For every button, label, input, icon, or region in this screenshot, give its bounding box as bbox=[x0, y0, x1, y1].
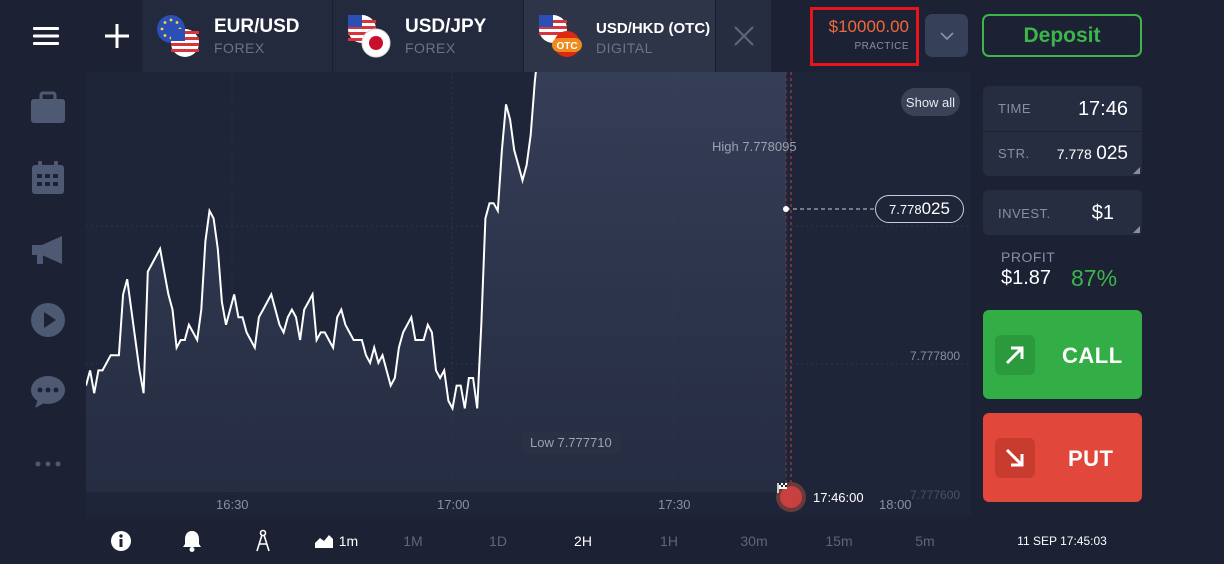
left-sidebar bbox=[0, 72, 86, 564]
high-label: High 7.778095 bbox=[712, 139, 797, 154]
invest-label: INVEST. bbox=[998, 206, 1051, 221]
period-1M[interactable]: 1M bbox=[393, 517, 433, 564]
corner-indicator bbox=[1133, 226, 1140, 233]
video-tutorials-button[interactable] bbox=[28, 300, 68, 340]
otc-badge: OTC bbox=[556, 41, 577, 52]
close-icon bbox=[733, 26, 754, 46]
tab-eur-usd[interactable]: EUR/USD FOREX bbox=[142, 0, 333, 72]
chart-type-button[interactable]: 1m bbox=[310, 517, 362, 564]
balance-display[interactable]: $10000.00 PRACTICE bbox=[810, 7, 919, 66]
y-tick: 7.777800 bbox=[910, 349, 961, 363]
briefcase-icon bbox=[31, 91, 65, 123]
tab-title: EUR/USD bbox=[214, 16, 300, 37]
strike-label: STR. bbox=[998, 146, 1030, 161]
put-button[interactable]: PUT bbox=[983, 413, 1142, 502]
top-bar: EUR/USD FOREX USD/JPY FOREX OTC USD/HKD … bbox=[0, 0, 1224, 72]
period-5m[interactable]: 5m bbox=[905, 517, 945, 564]
area-chart-icon bbox=[314, 534, 333, 548]
timeframe-label: 1m bbox=[338, 532, 359, 549]
tab-subtitle: FOREX bbox=[405, 40, 456, 56]
arrow-up-right-icon bbox=[995, 335, 1035, 375]
time-value: 17:46 bbox=[1077, 98, 1128, 120]
current-price-main: 7.778 bbox=[889, 201, 922, 217]
profit-value: $1.87 bbox=[1001, 267, 1052, 289]
hamburger-icon bbox=[33, 27, 59, 45]
period-1D[interactable]: 1D bbox=[478, 517, 518, 564]
plus-icon bbox=[105, 24, 129, 48]
account-dropdown-button[interactable] bbox=[925, 14, 968, 57]
tab-usd-jpy[interactable]: USD/JPY FOREX bbox=[333, 0, 524, 72]
tab-title: USD/JPY bbox=[405, 16, 487, 37]
low-label: Low 7.777710 bbox=[522, 432, 620, 454]
eur-usd-flags-icon bbox=[156, 14, 200, 58]
account-mode: PRACTICE bbox=[854, 41, 909, 52]
period-1H[interactable]: 1H bbox=[649, 517, 689, 564]
current-price-badge: 7.778 025 bbox=[875, 195, 964, 223]
calendar-button[interactable] bbox=[28, 158, 68, 198]
profit-label: PROFIT bbox=[1001, 249, 1056, 265]
menu-button[interactable] bbox=[0, 0, 92, 72]
price-area bbox=[86, 72, 786, 492]
drawing-tools-button[interactable] bbox=[247, 517, 279, 564]
call-label: CALL bbox=[1062, 343, 1123, 368]
call-button[interactable]: CALL bbox=[983, 310, 1142, 399]
more-button[interactable] bbox=[28, 444, 68, 484]
corner-indicator bbox=[1133, 167, 1140, 174]
trading-app: EUR/USD FOREX USD/JPY FOREX OTC USD/HKD … bbox=[0, 0, 1224, 564]
expiry-time: 17:46:00 bbox=[813, 490, 864, 505]
strike-tail: 025 bbox=[1096, 143, 1128, 164]
close-tab-button[interactable] bbox=[716, 0, 771, 72]
balance-amount: $10000.00 bbox=[828, 17, 909, 36]
period-15m[interactable]: 15m bbox=[819, 517, 859, 564]
x-tick: 16:30 bbox=[216, 497, 249, 512]
period-30m[interactable]: 30m bbox=[734, 517, 774, 564]
current-price-tail: 025 bbox=[921, 199, 950, 218]
current-datetime: 11 SEP 17:45:03 bbox=[1017, 533, 1107, 548]
bell-icon bbox=[183, 530, 201, 552]
tab-subtitle: DIGITAL bbox=[596, 40, 653, 56]
put-label: PUT bbox=[1068, 446, 1114, 471]
usd-hkd-flags-icon: OTC bbox=[538, 14, 582, 58]
x-tick: 18:00 bbox=[879, 497, 912, 512]
time-strike-box[interactable]: TIME 17:46 STR. 7.778 025 bbox=[983, 86, 1142, 176]
current-point bbox=[783, 206, 789, 212]
more-dots-icon bbox=[35, 461, 61, 467]
portfolio-button[interactable] bbox=[28, 88, 68, 128]
x-tick: 17:30 bbox=[658, 497, 691, 512]
time-label: TIME bbox=[998, 101, 1032, 116]
calendar-icon bbox=[32, 161, 64, 194]
bottom-toolbar: 1m 1M 1D 2H 1H 30m 15m 5m 11 SEP 17:45:0… bbox=[0, 517, 1224, 564]
info-icon bbox=[111, 530, 131, 551]
period-2H[interactable]: 2H bbox=[563, 517, 603, 564]
strike-main: 7.778 bbox=[1056, 146, 1092, 162]
finish-flag-icon bbox=[777, 483, 802, 508]
x-tick: 17:00 bbox=[437, 497, 470, 512]
compass-icon bbox=[256, 529, 270, 551]
info-button[interactable] bbox=[105, 517, 137, 564]
add-asset-button[interactable] bbox=[92, 0, 142, 72]
chat-button[interactable] bbox=[28, 372, 68, 412]
arrow-down-right-icon bbox=[995, 438, 1035, 478]
tab-usd-hkd-otc[interactable]: OTC USD/HKD (OTC) DIGITAL bbox=[524, 0, 716, 72]
play-icon bbox=[31, 303, 65, 337]
invest-box[interactable]: INVEST. $1 bbox=[983, 190, 1142, 235]
chat-icon bbox=[31, 376, 65, 408]
price-chart[interactable]: High 7.778095 Low 7.777710 7.778 025 7.7… bbox=[86, 72, 971, 517]
megaphone-icon bbox=[32, 236, 62, 264]
expiry-marker[interactable] bbox=[776, 482, 806, 512]
divider bbox=[983, 131, 1142, 132]
profit-percent: 87% bbox=[1071, 265, 1118, 291]
usd-jpy-flags-icon bbox=[347, 14, 391, 58]
strike-value: 7.778 025 bbox=[1057, 143, 1128, 165]
news-button[interactable] bbox=[28, 230, 68, 270]
deposit-button[interactable]: Deposit bbox=[982, 14, 1142, 57]
tab-subtitle: FOREX bbox=[214, 40, 265, 56]
y-tick: 7.777600 bbox=[910, 488, 961, 502]
chevron-down-icon bbox=[939, 31, 954, 40]
alerts-button[interactable] bbox=[176, 517, 208, 564]
show-all-button[interactable]: Show all bbox=[901, 88, 960, 116]
invest-value: $1 bbox=[1091, 202, 1114, 224]
tab-title: USD/HKD (OTC) bbox=[596, 20, 711, 37]
